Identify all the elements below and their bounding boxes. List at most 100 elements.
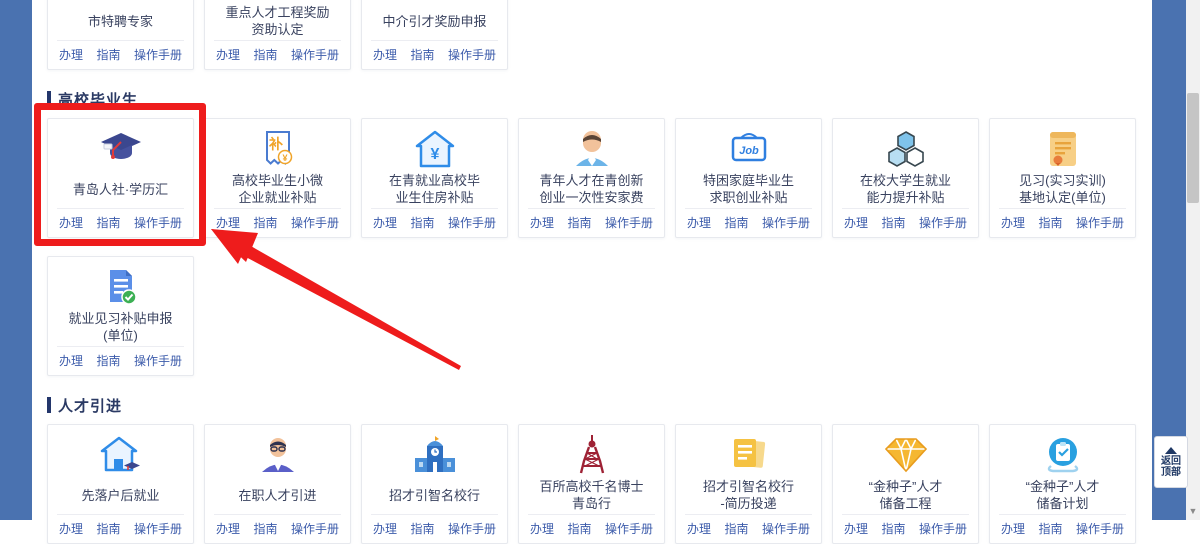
service-card-title: 就业见习补贴申报 (单位) [64, 308, 176, 346]
service-card-links: 办理指南操作手册 [842, 208, 969, 235]
back-to-top-label: 返回 顶部 [1161, 456, 1181, 478]
guide-link[interactable]: 指南 [881, 214, 905, 231]
handle-link[interactable]: 办理 [373, 214, 397, 231]
service-card[interactable]: 中介引才奖励申报 办理指南操作手册 [361, 0, 508, 70]
section-graduates: 高校毕业生 青岛人社·学历汇 办理指南操作手册 补¥ 高校毕业生小微 企业就业补… [47, 90, 1152, 376]
section-header: 高校毕业生 [47, 90, 1152, 108]
guide-link[interactable]: 指南 [96, 214, 120, 231]
service-card-links: 办理指南操作手册 [57, 40, 184, 67]
handle-link[interactable]: 办理 [530, 214, 554, 231]
guide-link[interactable]: 指南 [567, 520, 591, 537]
service-card[interactable]: 见习(实习实训) 基地认定(单位) 办理指南操作手册 [989, 118, 1136, 238]
guide-link[interactable]: 指南 [253, 520, 277, 537]
service-card[interactable]: 补¥ 高校毕业生小微 企业就业补贴 办理指南操作手册 [204, 118, 351, 238]
service-card-title: 在青就业高校毕 业生住房补贴 [385, 170, 484, 208]
service-card[interactable]: 招才引智名校行 办理指南操作手册 [361, 424, 508, 544]
handle-link[interactable]: 办理 [373, 46, 397, 63]
manual-link[interactable]: 操作手册 [762, 520, 810, 537]
service-card[interactable]: 百所高校千名博士 青岛行 办理指南操作手册 [518, 424, 665, 544]
handle-link[interactable]: 办理 [687, 214, 711, 231]
service-card[interactable]: “金种子”人才 储备计划 办理指南操作手册 [989, 424, 1136, 544]
service-card[interactable]: 青年人才在青创新 创业一次性安家费 办理指南操作手册 [518, 118, 665, 238]
guide-link[interactable]: 指南 [96, 352, 120, 369]
manual-link[interactable]: 操作手册 [448, 520, 496, 537]
service-card[interactable]: 招才引智名校行 -简历投递 办理指南操作手册 [675, 424, 822, 544]
handle-link[interactable]: 办理 [373, 520, 397, 537]
job-sign-icon: Job [728, 128, 770, 170]
handle-link[interactable]: 办理 [530, 520, 554, 537]
svg-text:补: 补 [268, 136, 283, 152]
guide-link[interactable]: 指南 [253, 46, 277, 63]
handle-link[interactable]: 办理 [1001, 520, 1025, 537]
subsidy-coupon-icon: 补¥ [262, 128, 294, 170]
service-card[interactable]: 先落户后就业 办理指南操作手册 [47, 424, 194, 544]
handle-link[interactable]: 办理 [59, 46, 83, 63]
service-card[interactable]: 在校大学生就业 能力提升补贴 办理指南操作手册 [832, 118, 979, 238]
handle-link[interactable]: 办理 [216, 214, 240, 231]
guide-link[interactable]: 指南 [253, 214, 277, 231]
manual-link[interactable]: 操作手册 [448, 214, 496, 231]
service-card-links: 办理指南操作手册 [57, 514, 184, 541]
service-card[interactable]: ¥ 在青就业高校毕 业生住房补贴 办理指南操作手册 [361, 118, 508, 238]
handle-link[interactable]: 办理 [1001, 214, 1025, 231]
service-card-title: 特困家庭毕业生 求职创业补贴 [699, 170, 798, 208]
scroll-down-icon[interactable]: ▼ [1186, 504, 1200, 518]
service-card-links: 办理指南操作手册 [528, 514, 655, 541]
service-card[interactable]: 市特聘专家 办理指南操作手册 [47, 0, 194, 70]
guide-link[interactable]: 指南 [1038, 214, 1062, 231]
scrollbar-thumb[interactable] [1187, 93, 1199, 203]
back-to-top-button[interactable]: 返回 顶部 [1154, 436, 1188, 488]
service-card-title: 先落户后就业 [77, 476, 163, 514]
scrollbar[interactable]: ▼ [1186, 0, 1200, 520]
service-card-links: 办理指南操作手册 [214, 208, 341, 235]
service-card-links: 办理指南操作手册 [371, 514, 498, 541]
guide-link[interactable]: 指南 [724, 520, 748, 537]
manual-link[interactable]: 操作手册 [134, 214, 182, 231]
guide-link[interactable]: 指南 [1038, 520, 1062, 537]
manual-link[interactable]: 操作手册 [605, 214, 653, 231]
manual-link[interactable]: 操作手册 [919, 520, 967, 537]
service-card[interactable]: 青岛人社·学历汇 办理指南操作手册 [47, 118, 194, 238]
guide-link[interactable]: 指南 [96, 520, 120, 537]
gold-diamond-icon [885, 434, 927, 476]
handle-link[interactable]: 办理 [844, 520, 868, 537]
manual-link[interactable]: 操作手册 [134, 46, 182, 63]
service-card[interactable]: 在职人才引进 办理指南操作手册 [204, 424, 351, 544]
resume-documents-icon [730, 434, 768, 476]
manual-link[interactable]: 操作手册 [605, 520, 653, 537]
handle-link[interactable]: 办理 [59, 352, 83, 369]
service-card-links: 办理指南操作手册 [214, 40, 341, 67]
handle-link[interactable]: 办理 [59, 520, 83, 537]
manual-link[interactable]: 操作手册 [291, 520, 339, 537]
arrow-up-icon [1165, 447, 1177, 454]
handle-link[interactable]: 办理 [216, 46, 240, 63]
service-card[interactable]: Job 特困家庭毕业生 求职创业补贴 办理指南操作手册 [675, 118, 822, 238]
guide-link[interactable]: 指南 [724, 214, 748, 231]
guide-link[interactable]: 指南 [881, 520, 905, 537]
young-person-icon [572, 128, 612, 170]
manual-link[interactable]: 操作手册 [919, 214, 967, 231]
service-card-title: 百所高校千名博士 青岛行 [535, 476, 647, 514]
manual-link[interactable]: 操作手册 [1076, 214, 1124, 231]
service-card[interactable]: 重点人才工程奖励 资助认定 办理指南操作手册 [204, 0, 351, 70]
guide-link[interactable]: 指南 [410, 520, 434, 537]
handle-link[interactable]: 办理 [59, 214, 83, 231]
card-grid: 先落户后就业 办理指南操作手册 在职人才引进 办理指南操作手册 招才引智名校行 … [47, 424, 1147, 544]
manual-link[interactable]: 操作手册 [291, 214, 339, 231]
guide-link[interactable]: 指南 [96, 46, 120, 63]
manual-link[interactable]: 操作手册 [1076, 520, 1124, 537]
service-card-title: 中介引才奖励申报 [378, 2, 490, 40]
manual-link[interactable]: 操作手册 [762, 214, 810, 231]
handle-link[interactable]: 办理 [844, 214, 868, 231]
manual-link[interactable]: 操作手册 [448, 46, 496, 63]
guide-link[interactable]: 指南 [410, 46, 434, 63]
guide-link[interactable]: 指南 [410, 214, 434, 231]
guide-link[interactable]: 指南 [567, 214, 591, 231]
manual-link[interactable]: 操作手册 [134, 352, 182, 369]
manual-link[interactable]: 操作手册 [291, 46, 339, 63]
service-card[interactable]: 就业见习补贴申报 (单位) 办理指南操作手册 [47, 256, 194, 376]
handle-link[interactable]: 办理 [687, 520, 711, 537]
manual-link[interactable]: 操作手册 [134, 520, 182, 537]
service-card[interactable]: “金种子”人才 储备工程 办理指南操作手册 [832, 424, 979, 544]
handle-link[interactable]: 办理 [216, 520, 240, 537]
